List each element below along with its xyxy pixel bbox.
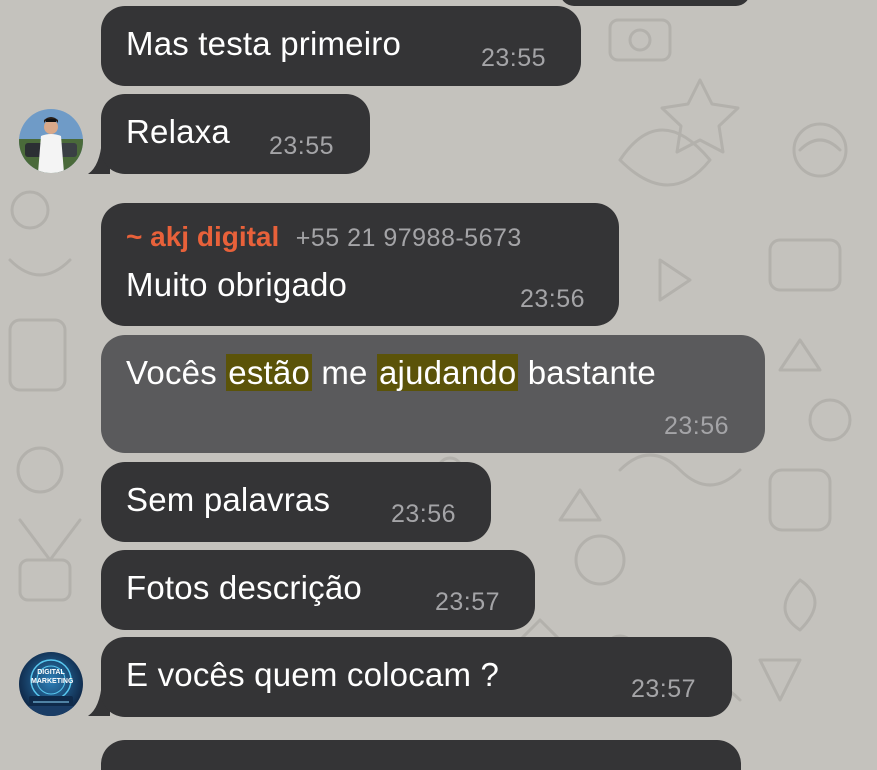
message-time: 23:55: [269, 132, 335, 160]
person-photo-avatar[interactable]: [19, 109, 83, 173]
sender-header: ~ akj digital +55 21 97988-5673: [126, 221, 522, 253]
message-bubble[interactable]: Relaxa 23:55: [101, 94, 370, 174]
digital-marketing-logo-avatar[interactable]: DIGITAL MARKETING: [19, 652, 83, 716]
message-text: Vocês estão me ajudando bastante: [126, 354, 656, 392]
sender-name[interactable]: ~ akj digital: [126, 221, 279, 252]
search-highlight: estão: [226, 354, 312, 391]
previous-message-bubble[interactable]: [560, 0, 750, 6]
sender-phone[interactable]: +55 21 97988-5673: [296, 224, 522, 252]
message-bubble[interactable]: E vocês quem colocam ? 23:57: [101, 637, 732, 717]
message-time: 23:56: [391, 500, 457, 528]
text-part: me: [312, 354, 377, 391]
message-time: 23:57: [631, 675, 697, 703]
text-part: Vocês: [126, 354, 227, 391]
message-text: Relaxa: [126, 113, 230, 150]
text-part: bastante: [518, 354, 656, 391]
search-highlight: ajudando: [376, 354, 519, 391]
avatar-logo-text: DIGITAL MARKETING: [31, 669, 74, 685]
message-time: 23:55: [481, 44, 547, 72]
message-bubble[interactable]: Mas testa primeiro 23:55: [101, 6, 581, 86]
message-time: 23:56: [520, 285, 586, 313]
message-bubble[interactable]: Sem palavras 23:56: [101, 462, 491, 542]
message-time: 23:57: [435, 588, 501, 616]
message-text: Sem palavras: [126, 481, 331, 518]
message-text: Fotos descrição: [126, 569, 362, 606]
message-time: 23:56: [664, 412, 730, 440]
message-bubble[interactable]: Fotos descrição 23:57: [101, 550, 535, 630]
next-message-bubble[interactable]: [101, 740, 741, 770]
message-bubble-search-match[interactable]: Vocês estão me ajudando bastante 23:56: [101, 335, 765, 453]
message-text: Mas testa primeiro: [126, 25, 402, 62]
message-text: Muito obrigado: [126, 266, 348, 303]
message-text: E vocês quem colocam ?: [126, 656, 500, 693]
message-bubble[interactable]: ~ akj digital +55 21 97988-5673 Muito ob…: [101, 203, 619, 326]
